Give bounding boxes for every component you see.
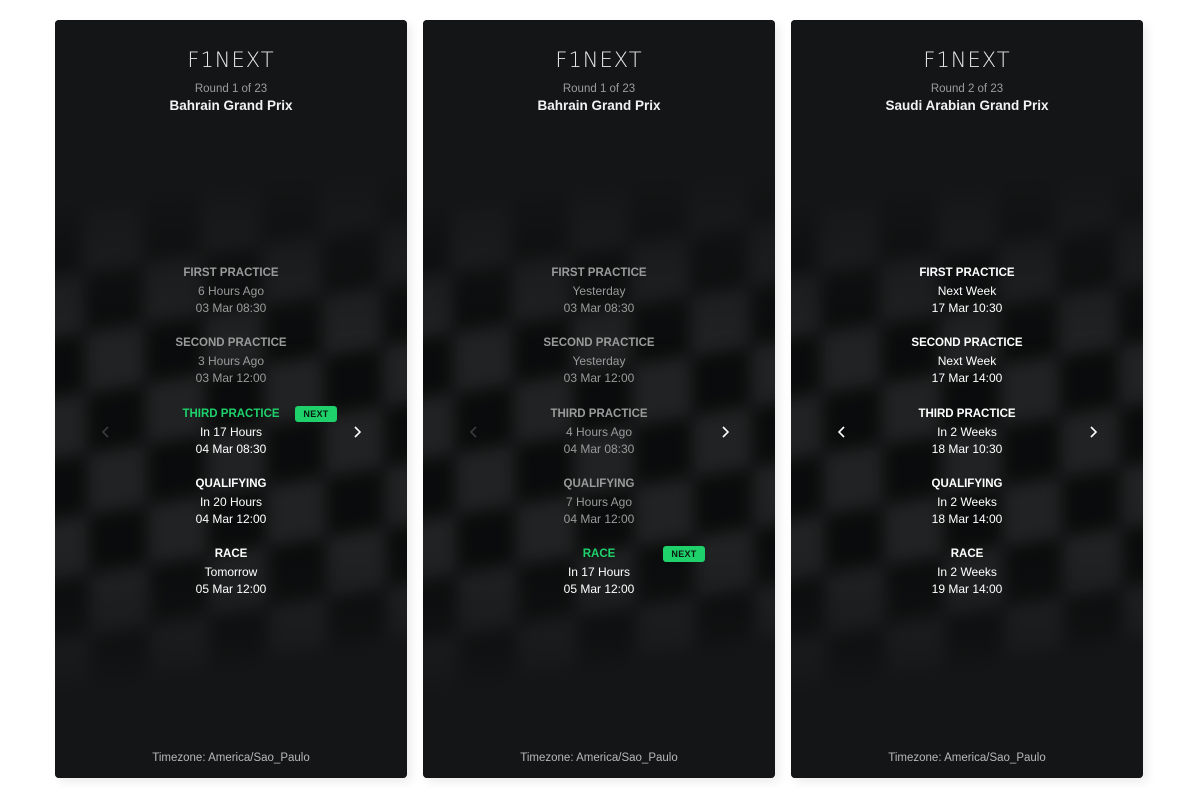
session-date: 18 Mar 14:00 — [931, 512, 1003, 526]
session-qualifying: QUALIFYING In 2 Weeks 18 Mar 14:00 — [791, 476, 1143, 529]
session-first-practice: FIRST PRACTICE Next Week 17 Mar 10:30 — [791, 265, 1143, 318]
session-date: 05 Mar 12:00 — [195, 582, 267, 596]
next-round-button[interactable] — [716, 423, 734, 441]
chevron-right-icon — [1089, 426, 1097, 438]
session-relative-time: Yesterday — [572, 283, 626, 298]
session-date: 18 Mar 10:30 — [931, 442, 1003, 456]
chevron-right-icon — [353, 426, 361, 438]
session-title: QUALIFYING — [931, 478, 1003, 490]
previous-round-button[interactable] — [832, 423, 850, 441]
session-relative-time: In 20 Hours — [199, 494, 263, 509]
timezone-label: Timezone: America/Sao_Paulo — [152, 752, 310, 764]
schedule-card-1: F1NEXT Round 1 of 23 Bahrain Grand Prix … — [55, 20, 407, 778]
timezone-label: Timezone: America/Sao_Paulo — [520, 752, 678, 764]
session-relative-time: 6 Hours Ago — [197, 283, 265, 298]
previous-round-button[interactable] — [464, 423, 482, 441]
grand-prix-title: Bahrain Grand Prix — [169, 98, 293, 113]
session-second-practice: SECOND PRACTICE 3 Hours Ago 03 Mar 12:00 — [55, 335, 407, 388]
session-first-practice: FIRST PRACTICE Yesterday 03 Mar 08:30 — [423, 265, 775, 318]
round-indicator: Round 1 of 23 — [194, 83, 268, 95]
session-date: 17 Mar 10:30 — [931, 301, 1003, 315]
session-title: SECOND PRACTICE — [175, 337, 287, 349]
grand-prix-title: Saudi Arabian Grand Prix — [885, 98, 1049, 113]
session-title: RACE — [950, 548, 984, 560]
session-second-practice: SECOND PRACTICE Next Week 17 Mar 14:00 — [791, 335, 1143, 388]
session-race: RACE In 2 Weeks 19 Mar 14:00 — [791, 546, 1143, 599]
session-title: FIRST PRACTICE — [551, 267, 647, 279]
session-title: RACE — [582, 548, 616, 560]
session-title: FIRST PRACTICE — [919, 267, 1015, 279]
session-relative-time: Yesterday — [572, 353, 626, 368]
app-logo: F1NEXT — [187, 48, 275, 72]
session-second-practice: SECOND PRACTICE Yesterday 03 Mar 12:00 — [423, 335, 775, 388]
session-title: QUALIFYING — [195, 478, 267, 490]
session-title: THIRD PRACTICE — [918, 408, 1016, 420]
next-round-button[interactable] — [1084, 423, 1102, 441]
session-date: 05 Mar 12:00 — [563, 582, 635, 596]
session-date: 17 Mar 14:00 — [931, 371, 1003, 385]
chevron-left-icon — [837, 426, 845, 438]
session-relative-time: In 2 Weeks — [937, 494, 997, 509]
session-relative-time: 3 Hours Ago — [197, 353, 265, 368]
session-date: 19 Mar 14:00 — [931, 582, 1003, 596]
session-relative-time: Next Week — [937, 283, 997, 298]
session-qualifying: QUALIFYING In 20 Hours 04 Mar 12:00 — [55, 476, 407, 529]
previous-round-button[interactable] — [96, 423, 114, 441]
session-first-practice: FIRST PRACTICE 6 Hours Ago 03 Mar 08:30 — [55, 265, 407, 318]
round-indicator: Round 1 of 23 — [562, 83, 636, 95]
session-date: 03 Mar 12:00 — [195, 371, 267, 385]
session-date: 04 Mar 08:30 — [195, 442, 267, 456]
chevron-left-icon — [469, 426, 477, 438]
round-indicator: Round 2 of 23 — [930, 83, 1004, 95]
session-date: 04 Mar 12:00 — [195, 512, 267, 526]
session-race: RACE Tomorrow 05 Mar 12:00 — [55, 546, 407, 599]
schedule-card-2: F1NEXT Round 1 of 23 Bahrain Grand Prix … — [423, 20, 775, 778]
session-title: QUALIFYING — [563, 478, 635, 490]
session-title: SECOND PRACTICE — [911, 337, 1023, 349]
timezone-label: Timezone: America/Sao_Paulo — [888, 752, 1046, 764]
session-date: 04 Mar 08:30 — [563, 442, 635, 456]
session-qualifying: QUALIFYING 7 Hours Ago 04 Mar 12:00 — [423, 476, 775, 529]
next-round-button[interactable] — [348, 423, 366, 441]
session-title: THIRD PRACTICE — [550, 408, 648, 420]
session-date: 03 Mar 08:30 — [195, 301, 267, 315]
session-relative-time: In 17 Hours — [567, 564, 631, 579]
session-date: 04 Mar 12:00 — [563, 512, 635, 526]
app-logo: F1NEXT — [923, 48, 1011, 72]
next-session-badge: NEXT — [295, 406, 337, 422]
app-logo: F1NEXT — [555, 48, 643, 72]
session-relative-time: Tomorrow — [204, 564, 258, 579]
session-title: RACE — [214, 548, 248, 560]
schedule-card-3: F1NEXT Round 2 of 23 Saudi Arabian Grand… — [791, 20, 1143, 778]
session-race: RACE In 17 Hours 05 Mar 12:00 — [423, 546, 775, 599]
session-date: 03 Mar 08:30 — [563, 301, 635, 315]
grand-prix-title: Bahrain Grand Prix — [537, 98, 661, 113]
session-title: THIRD PRACTICE — [182, 408, 280, 420]
session-title: SECOND PRACTICE — [543, 337, 655, 349]
chevron-right-icon — [721, 426, 729, 438]
session-title: FIRST PRACTICE — [183, 267, 279, 279]
session-relative-time: In 2 Weeks — [937, 564, 997, 579]
session-relative-time: Next Week — [937, 353, 997, 368]
session-date: 03 Mar 12:00 — [563, 371, 635, 385]
next-session-badge: NEXT — [663, 546, 705, 562]
session-relative-time: 7 Hours Ago — [565, 494, 633, 509]
chevron-left-icon — [101, 426, 109, 438]
